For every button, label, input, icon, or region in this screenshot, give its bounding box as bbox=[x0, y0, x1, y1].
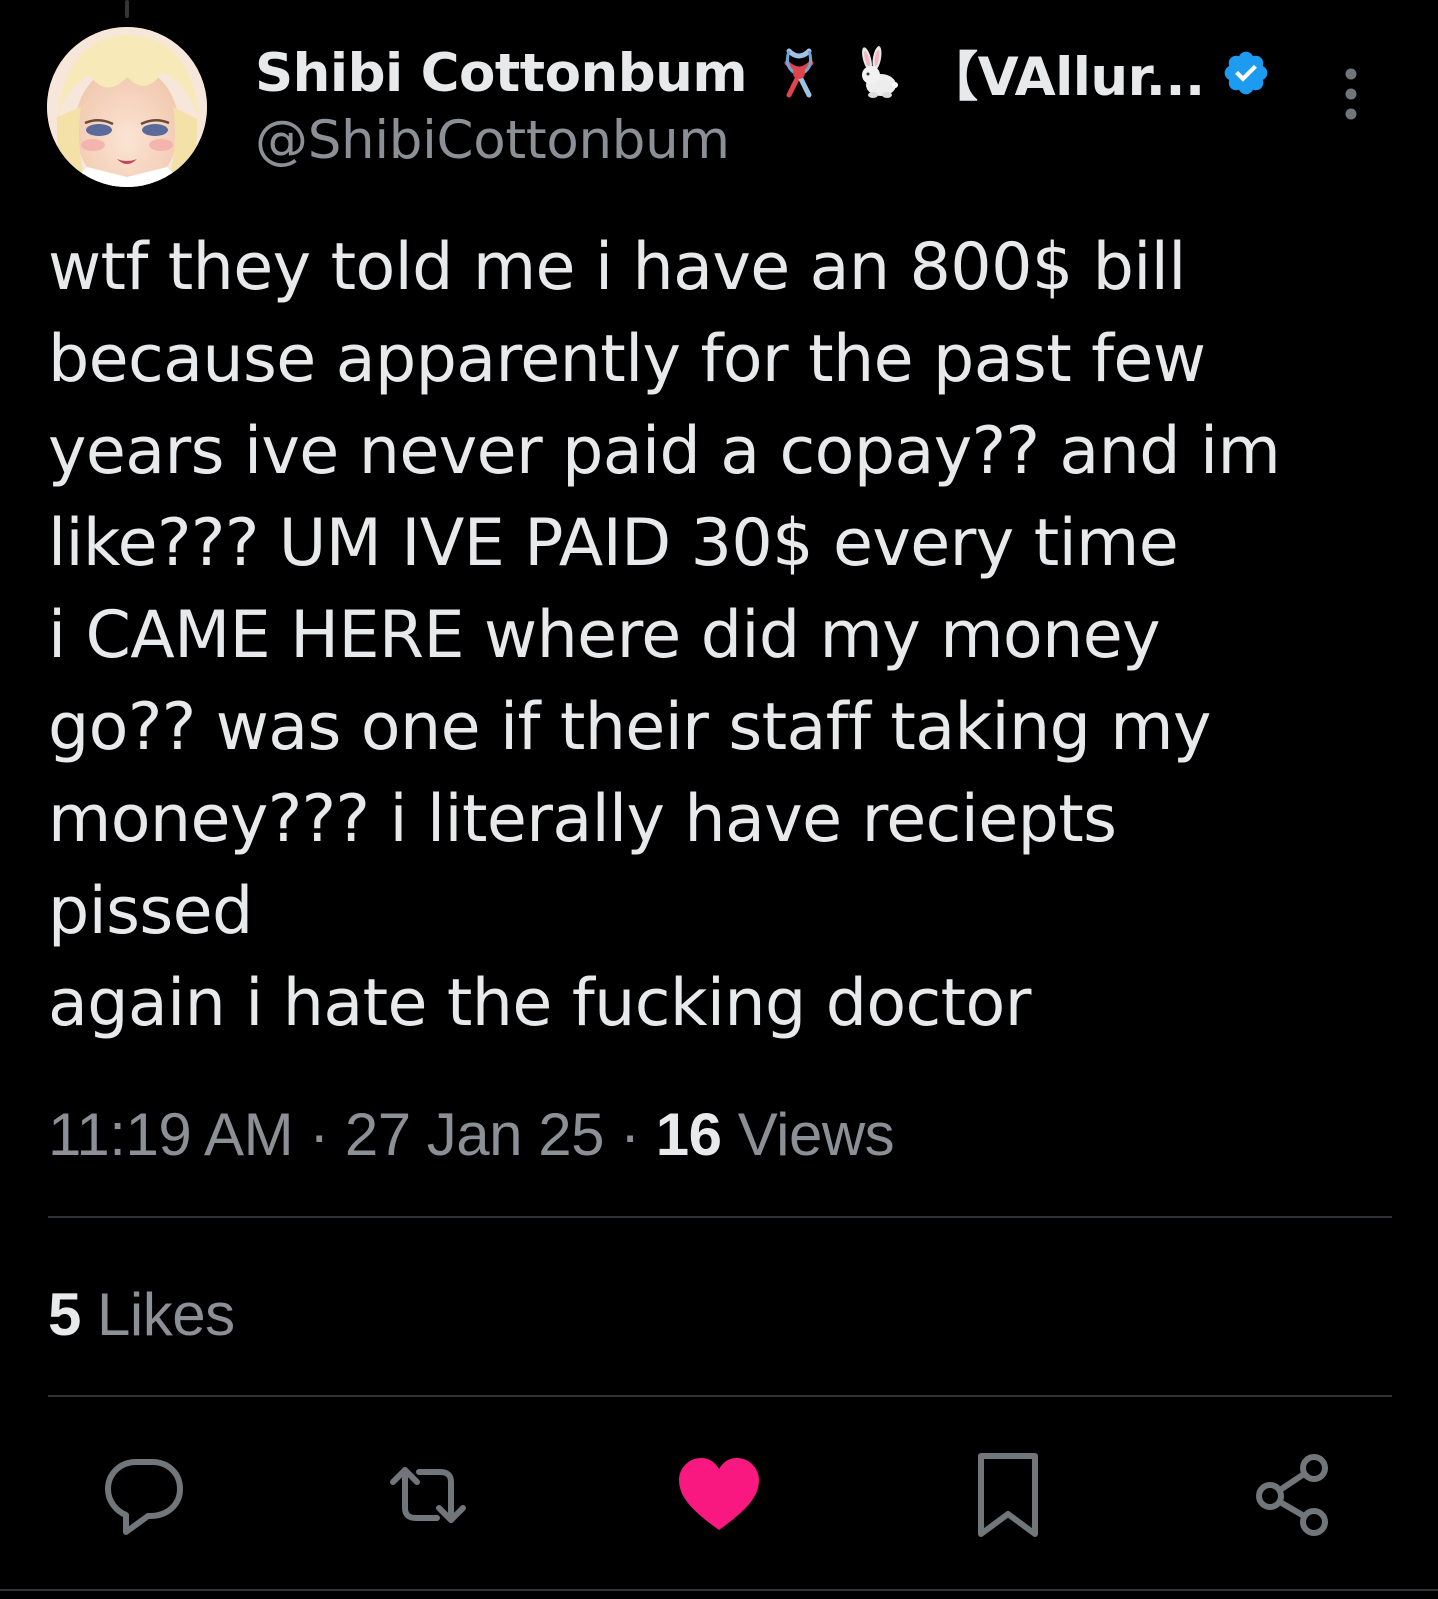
tweet-line: again i hate the fucking doctor bbox=[48, 966, 1031, 1041]
likes-count[interactable]: 5 bbox=[48, 1281, 81, 1348]
tweet-line: money??? i literally have reciepts bbox=[48, 782, 1117, 857]
meta-separator: · bbox=[603, 1101, 656, 1168]
ribbon-knot-emoji bbox=[775, 45, 823, 101]
tweet-line: pissed bbox=[48, 874, 253, 949]
likes-label[interactable]: Likes bbox=[81, 1281, 235, 1348]
author-name-row[interactable]: Shibi Cottonbum 【VAllur... bbox=[255, 38, 1271, 108]
thread-connector-line bbox=[125, 0, 129, 18]
reply-icon[interactable] bbox=[98, 1450, 188, 1540]
avatar[interactable] bbox=[47, 27, 207, 187]
more-options-icon[interactable] bbox=[1336, 66, 1366, 122]
tweet-line: i CAME HERE where did my money bbox=[48, 598, 1161, 673]
tweet-date[interactable]: 27 Jan 25 bbox=[345, 1101, 605, 1168]
meta-separator: · bbox=[293, 1101, 345, 1168]
rabbit-emoji bbox=[851, 45, 899, 101]
tweet-time[interactable]: 11:19 AM bbox=[48, 1101, 294, 1168]
views-count[interactable]: 16 bbox=[656, 1101, 722, 1168]
divider bbox=[48, 1395, 1392, 1397]
bookmark-icon[interactable] bbox=[963, 1450, 1053, 1540]
likes-stat[interactable]: 5 Likes bbox=[48, 1280, 235, 1349]
avatar-image bbox=[47, 27, 207, 187]
divider bbox=[48, 1216, 1392, 1218]
author-handle[interactable]: @ShibiCottonbum bbox=[255, 110, 730, 171]
like-icon[interactable] bbox=[674, 1450, 764, 1540]
tweet-line: because apparently for the past few bbox=[48, 322, 1206, 397]
tweet-line: years ive never paid a copay?? and im bbox=[48, 414, 1281, 489]
author-display-name[interactable]: Shibi Cottonbum bbox=[255, 43, 748, 104]
share-icon[interactable] bbox=[1250, 1450, 1340, 1540]
tweet-body: wtf they told me i have an 800$ bill bec… bbox=[48, 222, 1388, 1050]
verified-badge-icon[interactable] bbox=[1221, 48, 1271, 98]
tweet-line: like??? UM IVE PAID 30$ every time bbox=[48, 506, 1179, 581]
tweet-line: wtf they told me i have an 800$ bill bbox=[48, 230, 1186, 305]
author-affiliation[interactable]: 【VAllur... bbox=[925, 35, 1205, 111]
retweet-icon[interactable] bbox=[383, 1450, 473, 1540]
bottom-divider bbox=[0, 1589, 1438, 1591]
tweet-line: go?? was one if their staff taking my bbox=[48, 690, 1211, 765]
views-label[interactable]: Views bbox=[722, 1101, 895, 1168]
tweet-meta: 11:19 AM · 27 Jan 25 · 16 Views bbox=[48, 1100, 895, 1169]
